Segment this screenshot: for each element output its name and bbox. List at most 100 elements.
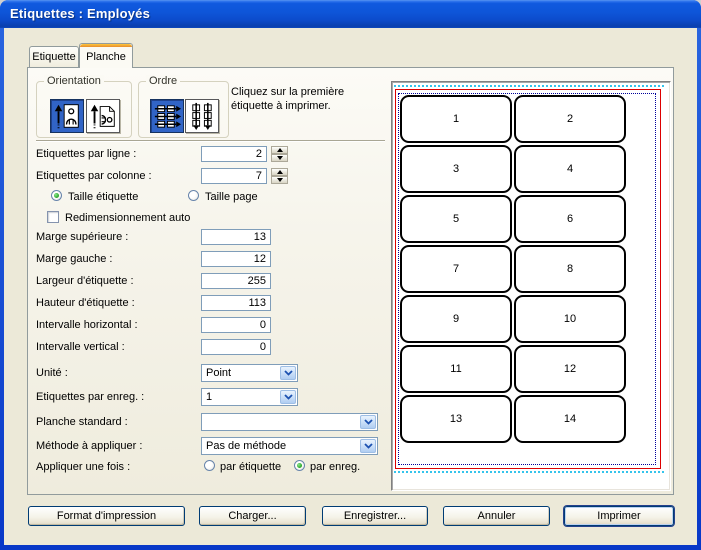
tab-planche[interactable]: Planche [79, 43, 133, 68]
orientation-portrait-button[interactable] [50, 99, 84, 133]
page-guide-bottom [394, 471, 664, 473]
order-horizontal-button[interactable] [150, 99, 184, 133]
dropdown-button[interactable] [280, 366, 296, 380]
order-group: Ordre [138, 81, 229, 138]
preview-label-cell[interactable]: 3 [400, 145, 512, 193]
top-margin-input[interactable] [201, 229, 271, 245]
vertical-order-icon [186, 100, 218, 132]
size-page-radio[interactable] [188, 190, 199, 201]
auto-resize-label: Redimensionnement auto [65, 212, 190, 224]
order-group-label: Ordre [146, 75, 180, 87]
dialog-window: Etiquettes : Employés Etiquette Planche … [0, 0, 701, 550]
preview-label-cell[interactable]: 10 [514, 295, 626, 343]
labels-per-column-input[interactable] [201, 168, 267, 184]
labels-per-row-label: Etiquettes par ligne : [36, 148, 136, 160]
preview-label-number: 9 [453, 313, 459, 325]
preview-label-cell[interactable]: 13 [400, 395, 512, 443]
spin-down-button[interactable] [271, 154, 288, 162]
orientation-landscape-button[interactable] [86, 99, 120, 133]
preview-label-cell[interactable]: 12 [514, 345, 626, 393]
left-margin-input[interactable] [201, 251, 271, 267]
orientation-group-label: Orientation [44, 75, 104, 87]
tab-panel-planche: Orientation [27, 67, 674, 495]
auto-resize-checkbox[interactable] [47, 211, 59, 223]
size-label-radio-label: Taille étiquette [68, 191, 138, 203]
portrait-orientation-icon [51, 100, 83, 132]
page-guide-top [394, 85, 664, 87]
preview-label-cell[interactable]: 2 [514, 95, 626, 143]
sheet-preview-pane[interactable]: 1234567891011121314 [391, 81, 671, 491]
preview-label-cell[interactable]: 8 [514, 245, 626, 293]
top-margin-label: Marge supérieure : [36, 231, 128, 243]
preview-label-cell[interactable]: 11 [400, 345, 512, 393]
down-arrow-icon [277, 156, 283, 160]
unit-value: Point [206, 367, 231, 379]
horizontal-order-icon [151, 100, 183, 132]
label-width-input[interactable] [201, 273, 271, 289]
horizontal-gap-input[interactable] [201, 317, 271, 333]
labels-per-record-value: 1 [206, 391, 212, 403]
preview-label-number: 1 [453, 113, 459, 125]
save-button[interactable]: Enregistrer... [322, 506, 428, 526]
unit-select[interactable]: Point [201, 364, 298, 382]
preview-label-cell[interactable]: 1 [400, 95, 512, 143]
preview-label-number: 8 [567, 263, 573, 275]
dropdown-button[interactable] [360, 439, 376, 453]
method-label: Méthode à appliquer : [36, 440, 142, 452]
preview-label-cell[interactable]: 14 [514, 395, 626, 443]
print-format-button[interactable]: Format d'impression [28, 506, 185, 526]
dropdown-button[interactable] [360, 415, 376, 429]
labels-per-record-label: Etiquettes par enreg. : [36, 391, 144, 403]
labels-per-record-select[interactable]: 1 [201, 388, 298, 406]
apply-once-label: Appliquer une fois : [36, 461, 130, 473]
spin-up-button[interactable] [271, 168, 288, 176]
landscape-orientation-icon [87, 100, 119, 132]
spin-down-button[interactable] [271, 176, 288, 184]
print-button[interactable]: Imprimer [564, 506, 674, 526]
preview-label-number: 3 [453, 163, 459, 175]
method-select[interactable]: Pas de méthode [201, 437, 378, 455]
cancel-button[interactable]: Annuler [443, 506, 550, 526]
preview-label-number: 14 [564, 413, 576, 425]
labels-per-column-label: Etiquettes par colonne : [36, 170, 152, 182]
tab-etiquette[interactable]: Etiquette [29, 46, 79, 67]
horizontal-gap-label: Intervalle horizontal : [36, 319, 138, 331]
chevron-down-icon [284, 370, 293, 376]
preview-label-number: 7 [453, 263, 459, 275]
orientation-group: Orientation [36, 81, 132, 138]
preview-label-number: 12 [564, 363, 576, 375]
preview-label-number: 11 [450, 363, 461, 375]
load-button[interactable]: Charger... [199, 506, 306, 526]
chevron-down-icon [364, 443, 373, 449]
section-divider [36, 140, 385, 142]
label-height-input[interactable] [201, 295, 271, 311]
preview-label-cell[interactable]: 6 [514, 195, 626, 243]
apply-per-record-radio[interactable] [294, 460, 305, 471]
first-label-hint: Cliquez sur la première étiquette à impr… [231, 85, 381, 113]
preview-label-number: 6 [567, 213, 573, 225]
preview-label-cell[interactable]: 5 [400, 195, 512, 243]
preview-label-cell[interactable]: 9 [400, 295, 512, 343]
apply-per-label-radio[interactable] [204, 460, 215, 471]
dropdown-button[interactable] [280, 390, 296, 404]
labels-per-row-input[interactable] [201, 146, 267, 162]
preview-label-cell[interactable]: 7 [400, 245, 512, 293]
standard-sheet-label: Planche standard : [36, 416, 128, 428]
vertical-gap-input[interactable] [201, 339, 271, 355]
labels-per-column-stepper [271, 168, 288, 184]
size-label-radio[interactable] [51, 190, 62, 201]
vertical-gap-label: Intervalle vertical : [36, 341, 125, 353]
left-margin-label: Marge gauche : [36, 253, 112, 265]
standard-sheet-select[interactable] [201, 413, 378, 431]
label-height-label: Hauteur d'étiquette : [36, 297, 135, 309]
up-arrow-icon [277, 170, 283, 174]
dialog-body: Etiquette Planche Orientation [4, 28, 697, 545]
spin-up-button[interactable] [271, 146, 288, 154]
up-arrow-icon [277, 148, 283, 152]
preview-label-cell[interactable]: 4 [514, 145, 626, 193]
title-bar[interactable]: Etiquettes : Employés [0, 0, 701, 28]
order-vertical-button[interactable] [185, 99, 219, 133]
apply-per-label-radio-label: par étiquette [220, 461, 281, 473]
chevron-down-icon [364, 419, 373, 425]
down-arrow-icon [277, 178, 283, 182]
